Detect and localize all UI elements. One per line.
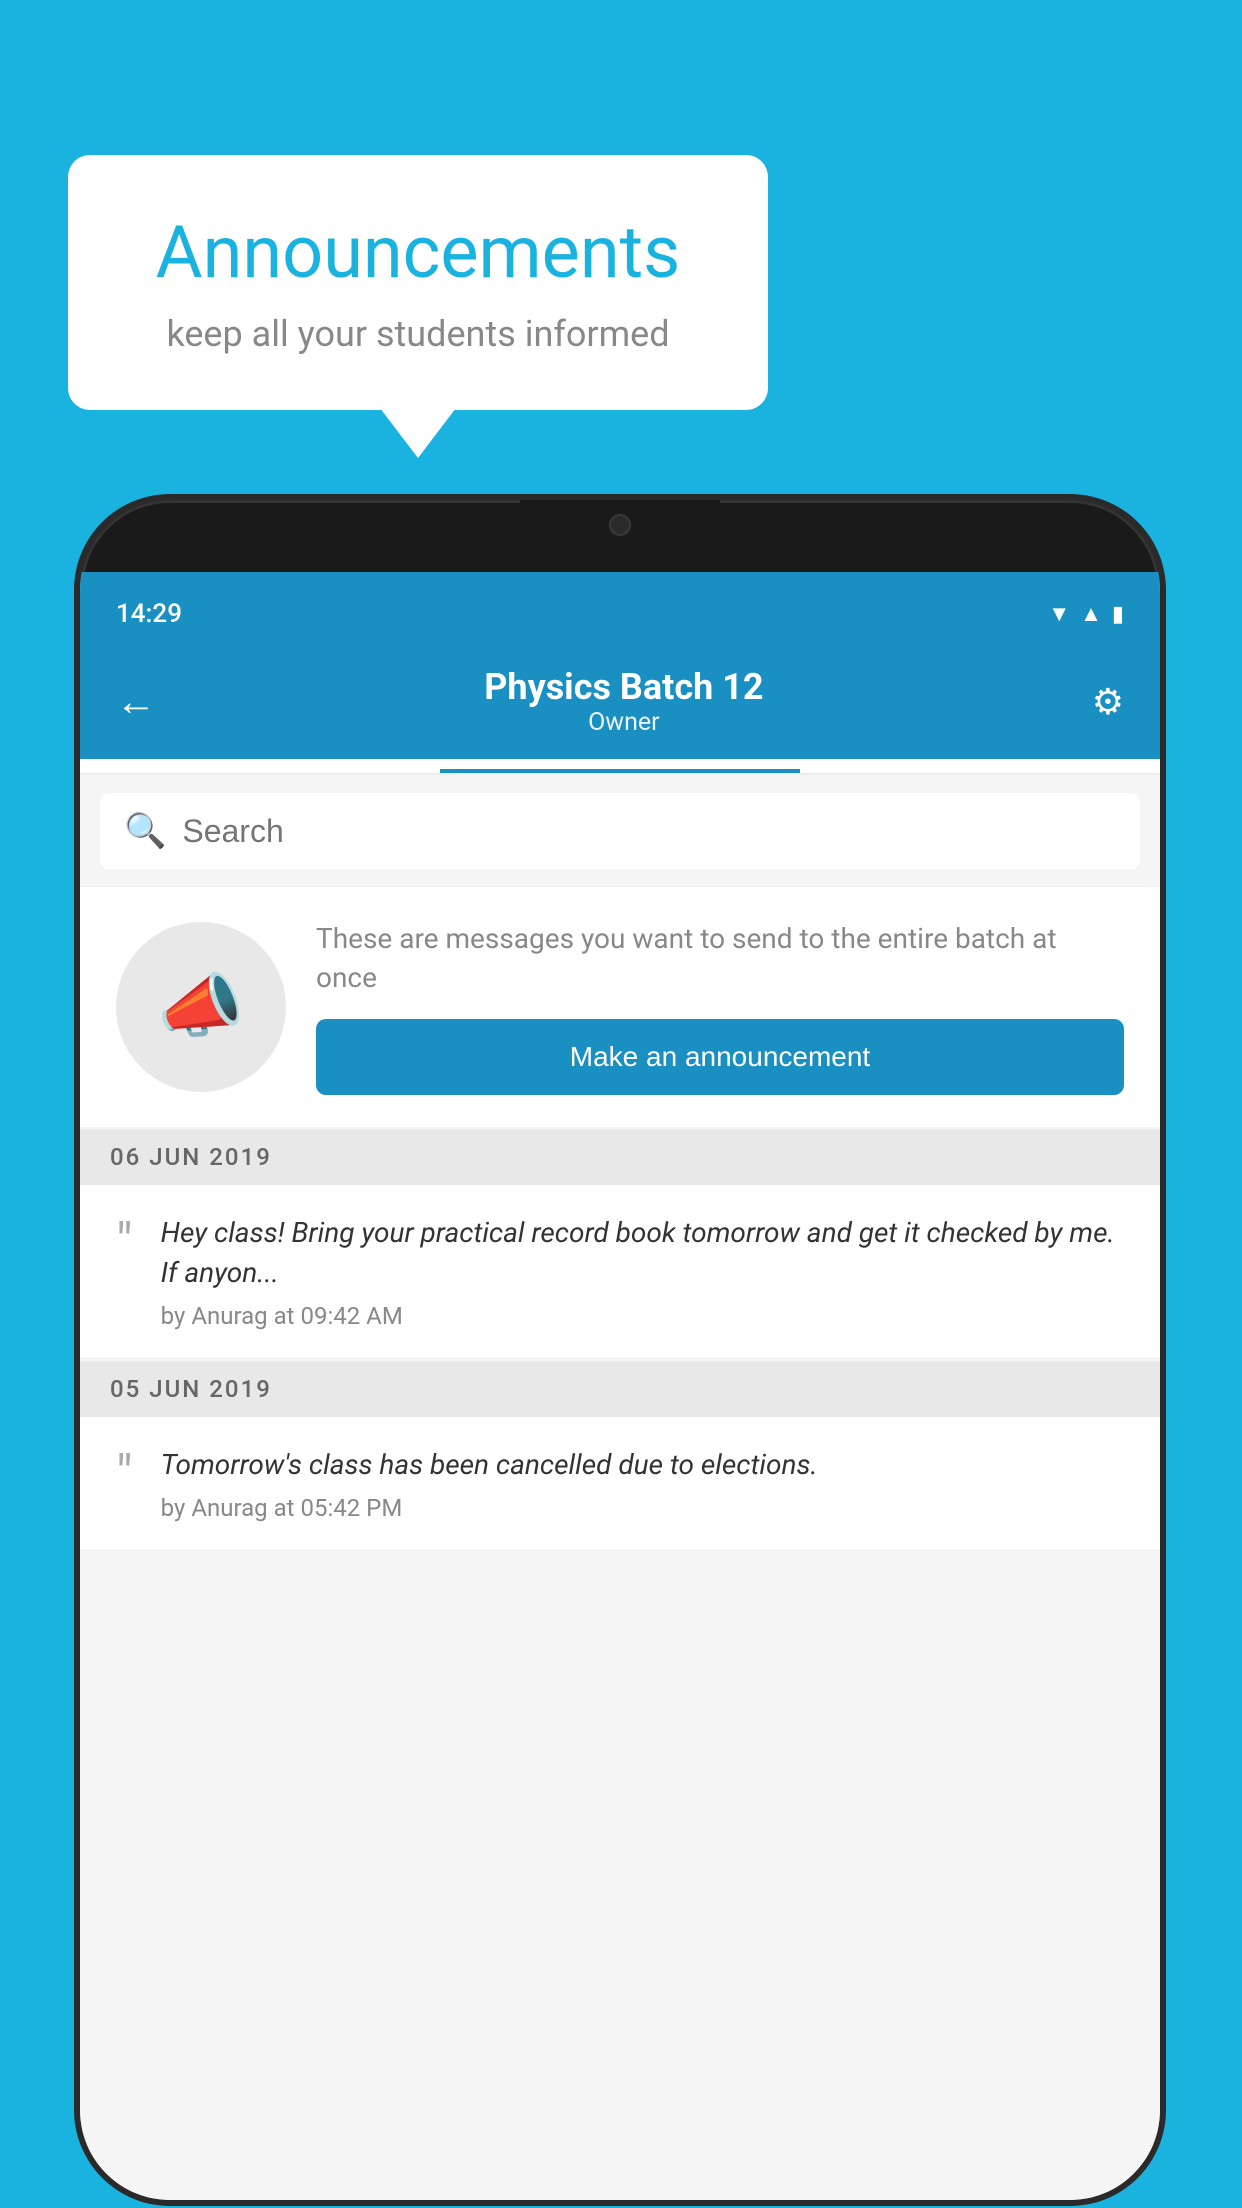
speech-bubble: Announcements keep all your students inf…: [68, 155, 768, 410]
announcement-message-2: Tomorrow's class has been cancelled due …: [161, 1445, 1124, 1484]
announcements-heading: Announcements: [128, 210, 708, 295]
announcement-prompt-text: These are messages you want to send to t…: [316, 919, 1124, 997]
announcements-subtitle: keep all your students informed: [128, 313, 708, 355]
announcement-text-2: Tomorrow's class has been cancelled due …: [161, 1445, 1124, 1522]
date-separator-1: 06 JUN 2019: [80, 1129, 1160, 1185]
signal-icon: ▲: [1080, 601, 1102, 627]
announcement-message-1: Hey class! Bring your practical record b…: [161, 1213, 1124, 1291]
settings-button[interactable]: ⚙: [1092, 681, 1124, 723]
quote-icon-1: ": [116, 1217, 133, 1269]
status-time: 14:29: [116, 599, 182, 629]
status-icons: ▼ ▲ ▮: [1048, 601, 1124, 627]
search-bar: 🔍: [100, 793, 1140, 869]
app-bar-center: Physics Batch 12 Owner: [156, 666, 1092, 737]
phone-mockup: 14:29 ▼ ▲ ▮ ← Physics Batch 12 Owner ⚙: [80, 500, 1160, 2200]
search-icon: 🔍: [124, 811, 166, 851]
date-separator-2: 05 JUN 2019: [80, 1361, 1160, 1417]
search-input[interactable]: [182, 813, 1116, 850]
announcement-item-2[interactable]: " Tomorrow's class has been cancelled du…: [80, 1417, 1160, 1551]
app-bar: ← Physics Batch 12 Owner ⚙: [80, 644, 1160, 759]
phone-screen: 14:29 ▼ ▲ ▮ ← Physics Batch 12 Owner ⚙: [80, 572, 1160, 2200]
make-announcement-button[interactable]: Make an announcement: [316, 1019, 1124, 1095]
announcement-item-1[interactable]: " Hey class! Bring your practical record…: [80, 1185, 1160, 1358]
phone-notch: [520, 500, 720, 552]
wifi-icon: ▼: [1048, 601, 1070, 627]
announcement-meta-1: by Anurag at 09:42 AM: [161, 1302, 1124, 1330]
announcement-prompt-card: 📣 These are messages you want to send to…: [80, 887, 1160, 1127]
battery-icon: ▮: [1112, 602, 1124, 627]
announcement-icon-circle: 📣: [116, 922, 286, 1092]
announcement-meta-2: by Anurag at 05:42 PM: [161, 1494, 1124, 1522]
back-button[interactable]: ←: [116, 678, 156, 725]
front-camera: [609, 514, 631, 536]
app-bar-subtitle: Owner: [156, 708, 1092, 737]
content-area: 🔍 📣 These are messages you want to send …: [80, 775, 1160, 2200]
megaphone-icon: 📣: [157, 966, 244, 1048]
status-bar: 14:29 ▼ ▲ ▮: [80, 572, 1160, 644]
quote-icon-2: ": [116, 1449, 133, 1501]
announcement-prompt-right: These are messages you want to send to t…: [316, 919, 1124, 1095]
announcement-text-1: Hey class! Bring your practical record b…: [161, 1213, 1124, 1329]
phone-frame: 14:29 ▼ ▲ ▮ ← Physics Batch 12 Owner ⚙: [80, 500, 1160, 2200]
speech-bubble-container: Announcements keep all your students inf…: [68, 155, 768, 410]
app-bar-title: Physics Batch 12: [156, 666, 1092, 708]
